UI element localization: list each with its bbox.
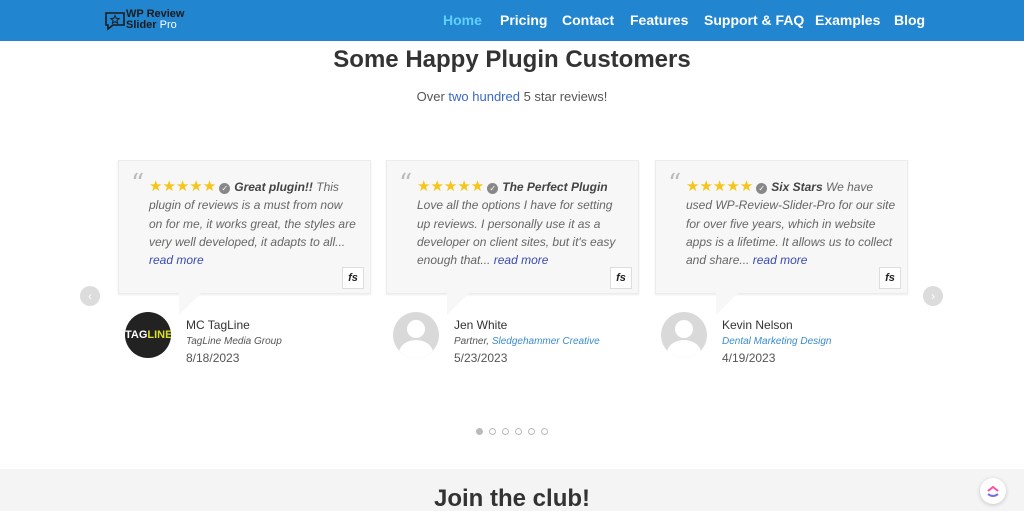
nav-pricing[interactable]: Pricing bbox=[500, 12, 547, 29]
quote-icon: “ bbox=[131, 169, 145, 199]
avatar bbox=[661, 312, 707, 358]
subtitle-link[interactable]: two hundred bbox=[448, 89, 520, 104]
reviewer-company-link[interactable]: Dental Marketing Design bbox=[722, 336, 832, 347]
reviewer-company: Partner, Sledgehammer Creative bbox=[454, 336, 600, 347]
review-body: ★★★★★ ✓ Great plugin!! This plugin of revi… bbox=[149, 178, 359, 269]
reviewer-name: Jen White bbox=[454, 318, 508, 332]
tagline-logo-part2: LINE bbox=[147, 329, 171, 341]
review-title: The Perfect Plugin bbox=[502, 180, 608, 194]
join-title: Join the club! bbox=[434, 485, 590, 511]
main-nav: Home Pricing Contact Features Support & … bbox=[0, 0, 1024, 41]
verified-icon: ✓ bbox=[219, 183, 231, 194]
review-title: Six Stars bbox=[771, 180, 823, 194]
reviewer-company: Dental Marketing Design bbox=[722, 336, 832, 347]
pagination-dot[interactable] bbox=[476, 428, 483, 435]
nav-blog[interactable]: Blog bbox=[894, 12, 925, 29]
nav-features[interactable]: Features bbox=[630, 12, 688, 29]
pagination-dot[interactable] bbox=[489, 428, 496, 435]
review-date: 8/18/2023 bbox=[186, 351, 240, 365]
reviewer-name: Kevin Nelson bbox=[722, 318, 793, 332]
review-source-icon: fs bbox=[879, 267, 901, 289]
carousel-next-button[interactable]: › bbox=[923, 286, 943, 306]
review-title: Great plugin!! bbox=[234, 180, 313, 194]
subtitle-after: 5 star reviews! bbox=[519, 89, 608, 104]
nav-support-faq[interactable]: Support & FAQ bbox=[704, 12, 804, 29]
nav-home[interactable]: Home bbox=[443, 12, 482, 29]
review-source-icon: fs bbox=[610, 267, 632, 289]
section-subtitle: Over two hundred 5 star reviews! bbox=[0, 89, 1024, 104]
review-source-icon: fs bbox=[342, 267, 364, 289]
avatar: TAGLINE bbox=[125, 312, 171, 358]
quote-icon: “ bbox=[399, 169, 413, 199]
read-more-link[interactable]: read more bbox=[149, 253, 204, 267]
reviewer-name: MC TagLine bbox=[186, 318, 250, 332]
subtitle-before: Over bbox=[416, 89, 449, 104]
reviewer-company-link[interactable]: Sledgehammer Creative bbox=[492, 336, 600, 347]
carousel-prev-button[interactable]: ‹ bbox=[80, 286, 100, 306]
review-body: ★★★★★ ✓ Six Stars We have used WP-Review-S… bbox=[686, 178, 896, 269]
pagination-dot[interactable] bbox=[541, 428, 548, 435]
read-more-link[interactable]: read more bbox=[753, 253, 808, 267]
nav-contact[interactable]: Contact bbox=[562, 12, 614, 29]
nav-examples[interactable]: Examples bbox=[815, 12, 880, 29]
section-title: Some Happy Plugin Customers bbox=[333, 46, 691, 73]
star-rating-icon: ★★★★★ bbox=[417, 178, 485, 195]
chat-widget-button[interactable] bbox=[980, 478, 1006, 504]
verified-icon: ✓ bbox=[756, 183, 768, 194]
pagination-dot[interactable] bbox=[515, 428, 522, 435]
clickup-icon bbox=[987, 485, 999, 497]
verified-icon: ✓ bbox=[487, 183, 499, 194]
star-rating-icon: ★★★★★ bbox=[149, 178, 217, 195]
star-rating-icon: ★★★★★ bbox=[686, 178, 754, 195]
read-more-link[interactable]: read more bbox=[494, 253, 549, 267]
chevron-left-icon: ‹ bbox=[88, 289, 92, 303]
review-date: 4/19/2023 bbox=[722, 351, 776, 365]
quote-icon: “ bbox=[668, 169, 682, 199]
review-card: “ ★★★★★ ✓ Six Stars We have used WP-Review… bbox=[655, 160, 908, 315]
pagination-dot[interactable] bbox=[528, 428, 535, 435]
review-card: “ ★★★★★ ✓ The Perfect Plugin Love all the … bbox=[386, 160, 639, 315]
reviewer-company: TagLine Media Group bbox=[186, 336, 282, 347]
tagline-logo-part1: TAG bbox=[125, 329, 148, 341]
review-body: ★★★★★ ✓ The Perfect Plugin Love all the op… bbox=[417, 178, 627, 269]
reviewer-company-prefix: Partner, bbox=[454, 336, 492, 347]
chevron-right-icon: › bbox=[931, 289, 935, 303]
site-header: WP Review Slider Pro Home Pricing Contac… bbox=[0, 0, 1024, 41]
reviewer-company-name: TagLine Media Group bbox=[186, 336, 282, 347]
review-card: “ ★★★★★ ✓ Great plugin!! This plugin of re… bbox=[118, 160, 371, 315]
review-date: 5/23/2023 bbox=[454, 351, 508, 365]
pagination-dot[interactable] bbox=[502, 428, 509, 435]
avatar bbox=[393, 312, 439, 358]
